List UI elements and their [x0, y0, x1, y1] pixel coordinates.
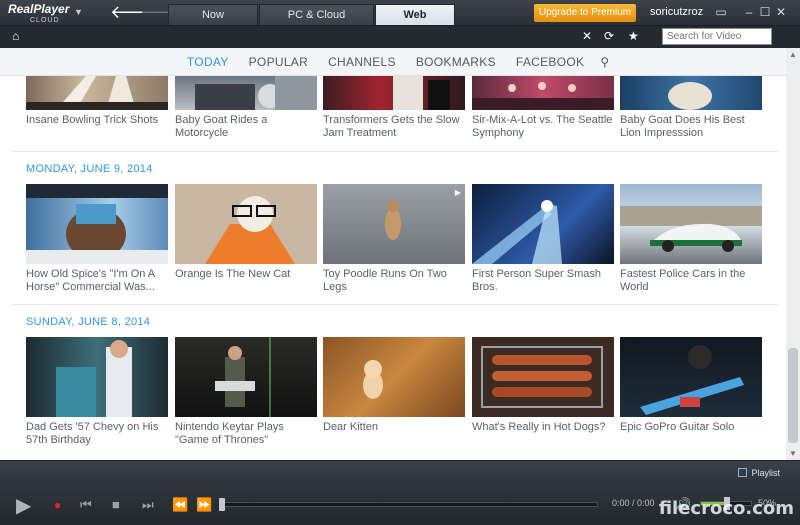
video-thumbnail[interactable]	[175, 184, 317, 264]
nav-facebook[interactable]: FACEBOOK	[516, 55, 584, 69]
video-thumbnail[interactable]	[323, 337, 465, 417]
search-input[interactable]	[662, 28, 772, 45]
tab-pc-cloud-library[interactable]: PC & Cloud Library	[259, 4, 374, 42]
video-title[interactable]: How Old Spice's "I'm On A Horse" Commerc…	[26, 268, 168, 294]
upgrade-button[interactable]: Upgrade to Premium	[534, 4, 636, 22]
video-title[interactable]: Baby Goat Does His Best Lion Impresssion	[620, 114, 762, 140]
close-icon[interactable]: ✕	[772, 3, 790, 21]
section-date: MONDAY, JUNE 9, 2014	[26, 163, 153, 175]
video-thumbnail[interactable]	[175, 337, 317, 417]
stop-icon[interactable]: ✕	[582, 29, 592, 43]
video-title[interactable]: Fastest Police Cars in the World	[620, 268, 762, 294]
seek-bar[interactable]	[219, 498, 598, 511]
video-title[interactable]: Dad Gets '57 Chevy on His 57th Birthday	[26, 421, 168, 447]
video-title[interactable]: Sir-Mix-A-Lot vs. The Seattle Symphony	[472, 114, 614, 140]
watermark-text: filecroco.com	[658, 498, 794, 519]
video-title[interactable]: First Person Super Smash Bros.	[472, 268, 614, 294]
video-title[interactable]: Dear Kitten	[323, 421, 465, 434]
video-thumbnail[interactable]	[472, 337, 614, 417]
video-title[interactable]: Transformers Gets the Slow Jam Treatment	[323, 114, 465, 140]
video-card[interactable]: Insane Bowling Trick Shots	[26, 76, 168, 127]
video-card[interactable]: Orange Is The New Cat	[175, 184, 317, 281]
scroll-down-icon[interactable]: ▼	[789, 449, 797, 458]
seek-handle[interactable]	[219, 498, 225, 511]
video-title[interactable]: Insane Bowling Trick Shots	[26, 114, 168, 127]
playlist-button[interactable]: Playlist	[738, 468, 780, 478]
section-date: SUNDAY, JUNE 8, 2014	[26, 316, 151, 328]
video-card[interactable]: How Old Spice's "I'm On A Horse" Commerc…	[26, 184, 168, 294]
video-thumbnail[interactable]	[26, 184, 168, 264]
logo-text: RealPlayer	[8, 2, 70, 16]
video-thumbnail[interactable]	[472, 184, 614, 264]
video-thumbnail[interactable]	[26, 76, 168, 110]
video-thumbnail[interactable]	[620, 184, 762, 264]
browser-toolbar: ⌂ ✕ ⟳ ★	[0, 26, 800, 48]
rewind-icon[interactable]: ⏪	[172, 497, 188, 513]
nav-popular[interactable]: POPULAR	[249, 55, 308, 69]
video-thumbnail[interactable]	[620, 337, 762, 417]
video-card[interactable]: Dear Kitten	[323, 337, 465, 434]
scrollbar-thumb[interactable]	[788, 348, 798, 443]
nav-channels[interactable]: CHANNELS	[328, 55, 396, 69]
refresh-icon[interactable]: ⟳	[604, 29, 614, 43]
video-thumbnail[interactable]	[620, 76, 762, 110]
video-title[interactable]: Orange Is The New Cat	[175, 268, 317, 281]
tab-web-videos[interactable]: Web Videos	[375, 4, 455, 42]
fast-forward-icon[interactable]: ⏩	[196, 497, 212, 513]
menu-caret-icon[interactable]: ▼	[74, 7, 83, 17]
video-card[interactable]: ▶ Toy Poodle Runs On Two Legs	[323, 184, 465, 294]
video-thumbnail[interactable]	[323, 76, 465, 110]
title-bar: RealPlayer CLOUD ▼ 🡐 🡒 Now Playing PC & …	[0, 0, 800, 42]
play-icon[interactable]: ▶	[16, 493, 31, 518]
video-thumbnail[interactable]: ▶	[323, 184, 465, 264]
video-card[interactable]: Dad Gets '57 Chevy on His 57th Birthday	[26, 337, 168, 447]
video-card[interactable]: Baby Goat Rides a Motorcycle	[175, 76, 317, 140]
video-title[interactable]: Toy Poodle Runs On Two Legs	[323, 268, 465, 294]
video-card[interactable]: First Person Super Smash Bros.	[472, 184, 614, 294]
video-card[interactable]: Fastest Police Cars in the World	[620, 184, 762, 294]
realplayer-logo[interactable]: RealPlayer CLOUD	[8, 2, 70, 26]
previous-track-icon[interactable]: ⏮	[80, 497, 92, 513]
logo-subtext: CLOUD	[30, 17, 60, 24]
tab-now-playing[interactable]: Now Playing	[168, 4, 258, 42]
vertical-scrollbar[interactable]: ▲ ▼	[786, 48, 800, 460]
video-card[interactable]: Sir-Mix-A-Lot vs. The Seattle Symphony	[472, 76, 614, 140]
video-title[interactable]: Epic GoPro Guitar Solo	[620, 421, 762, 434]
video-card[interactable]: Transformers Gets the Slow Jam Treatment	[323, 76, 465, 140]
section-divider	[12, 151, 778, 152]
playlist-label: Playlist	[751, 468, 780, 478]
scroll-up-icon[interactable]: ▲	[789, 50, 797, 59]
video-thumbnail[interactable]	[472, 76, 614, 110]
section-divider	[12, 304, 778, 305]
username[interactable]: soricutzroz	[650, 6, 703, 18]
category-nav: TODAY POPULAR CHANNELS BOOKMARKS FACEBOO…	[0, 48, 786, 76]
search-icon[interactable]: ⚲	[600, 55, 609, 69]
video-card[interactable]: What's Really in Hot Dogs?	[472, 337, 614, 434]
main-tabs: Now Playing PC & Cloud Library Web Video…	[168, 4, 456, 42]
playlist-bar: Playlist	[0, 460, 800, 486]
video-card[interactable]: Epic GoPro Guitar Solo	[620, 337, 762, 434]
video-title[interactable]: Nintendo Keytar Plays "Game of Thrones"	[175, 421, 317, 447]
time-display: 0:00 / 0:00	[612, 498, 655, 508]
nav-today[interactable]: TODAY	[187, 55, 229, 69]
video-card[interactable]: Nintendo Keytar Plays "Game of Thrones"	[175, 337, 317, 447]
record-icon[interactable]: ●	[54, 498, 61, 512]
web-videos-content: TODAY POPULAR CHANNELS BOOKMARKS FACEBOO…	[0, 48, 800, 460]
play-badge-icon: ▶	[454, 188, 461, 197]
video-title[interactable]: What's Really in Hot Dogs?	[472, 421, 614, 434]
compact-mode-icon[interactable]: ▭	[712, 3, 730, 21]
video-thumbnail[interactable]	[26, 337, 168, 417]
video-thumbnail[interactable]	[175, 76, 317, 110]
next-track-icon[interactable]: ⏭	[142, 497, 154, 513]
video-title[interactable]: Baby Goat Rides a Motorcycle	[175, 114, 317, 140]
bookmark-star-icon[interactable]: ★	[628, 29, 639, 43]
stop-playback-icon[interactable]: ■	[112, 497, 120, 512]
home-icon[interactable]: ⌂	[12, 29, 19, 43]
playlist-icon	[738, 468, 748, 477]
video-card[interactable]: Baby Goat Does His Best Lion Impresssion	[620, 76, 762, 140]
nav-bookmarks[interactable]: BOOKMARKS	[416, 55, 496, 69]
